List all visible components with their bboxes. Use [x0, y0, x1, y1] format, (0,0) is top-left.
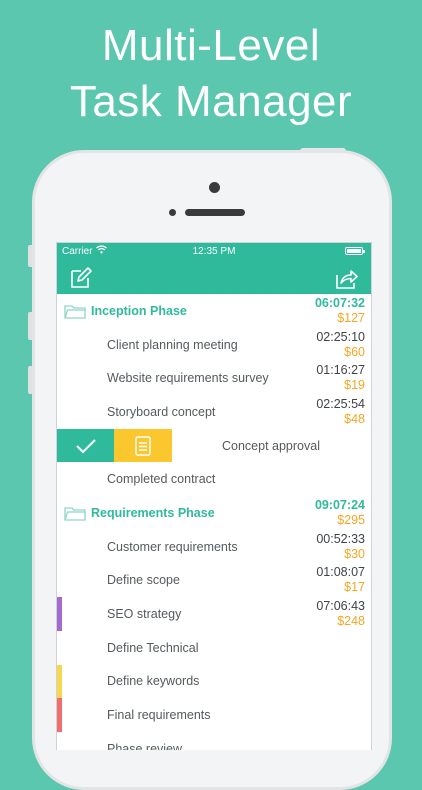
cost-value: $248	[337, 614, 365, 629]
nav-bar	[57, 261, 371, 294]
folder-icon	[64, 303, 86, 319]
task-label: Define scope	[107, 573, 180, 588]
task-row[interactable]: SEO strategy 07:06:43 $248	[57, 597, 371, 631]
task-label: Final requirements	[107, 708, 211, 723]
row-meta: 01:08:07 $17	[316, 565, 365, 595]
task-label: Define keywords	[107, 674, 200, 689]
app-screen: Carrier 12:35 PM Inception Phase 06:07:32…	[56, 242, 372, 750]
duration-value: 06:07:32	[314, 295, 365, 310]
compose-icon[interactable]	[69, 266, 93, 290]
headline-line-1: Multi-Level	[101, 21, 321, 70]
row-meta: 02:25:54 $48	[316, 397, 365, 427]
cost-value: $127	[337, 310, 365, 325]
phase-label: Inception Phase	[91, 303, 187, 318]
task-label: Concept approval	[222, 438, 320, 453]
task-row[interactable]: Completed contract	[57, 462, 371, 496]
battery-icon	[345, 247, 365, 255]
duration-value: 02:25:10	[316, 329, 365, 344]
duration-value: 01:16:27	[316, 363, 365, 378]
cost-value: $17	[344, 580, 365, 595]
task-label: SEO strategy	[107, 607, 182, 622]
task-label: Phase review	[107, 741, 183, 750]
proximity-sensor	[169, 209, 176, 216]
task-label: Client planning meeting	[107, 337, 238, 352]
color-tag	[57, 698, 62, 732]
task-label: Define Technical	[107, 640, 199, 655]
row-meta: 07:06:43 $248	[316, 599, 365, 629]
duration-value: 09:07:24	[314, 497, 365, 512]
status-time: 12:35 PM	[192, 246, 236, 257]
task-label: Website requirements survey	[107, 371, 269, 386]
cost-value: $60	[344, 344, 365, 359]
phase-row[interactable]: Requirements Phase 09:07:24 $295	[57, 496, 371, 530]
row-meta: 00:52:33 $30	[316, 532, 365, 562]
status-bar: Carrier 12:35 PM	[57, 243, 371, 261]
row-meta: 02:25:10 $60	[316, 330, 365, 360]
headline-line-2: Task Manager	[69, 77, 353, 126]
earpiece-speaker	[185, 209, 245, 216]
duration-value: 02:25:54	[316, 396, 365, 411]
task-row[interactable]: Final requirements	[57, 698, 371, 732]
cost-value: $48	[344, 411, 365, 426]
complete-action-button[interactable]	[57, 428, 114, 463]
task-label: Customer requirements	[107, 539, 238, 554]
task-row[interactable]: Define Technical	[57, 631, 371, 665]
row-meta: 09:07:24 $295	[315, 498, 365, 528]
folder-icon	[64, 505, 86, 521]
task-row[interactable]: Define keywords	[57, 664, 371, 699]
task-label: Storyboard concept	[107, 404, 216, 419]
task-row[interactable]: Concept approval	[57, 428, 371, 463]
cost-value: $30	[344, 546, 365, 561]
row-meta: 06:07:32 $127	[315, 296, 365, 326]
share-icon[interactable]	[335, 266, 359, 290]
task-row[interactable]: Define scope 01:08:07 $17	[57, 564, 371, 598]
duration-value: 07:06:43	[316, 599, 365, 614]
duration-value: 01:08:07	[316, 565, 365, 580]
task-label: Completed contract	[107, 472, 216, 487]
cost-value: $295	[337, 512, 365, 527]
phase-row[interactable]: Inception Phase 06:07:32 $127	[57, 294, 371, 328]
task-row[interactable]: Phase review	[57, 732, 371, 750]
color-tag	[57, 664, 62, 699]
color-tag	[57, 597, 62, 631]
phase-label: Requirements Phase	[91, 505, 215, 520]
task-list: Inception Phase 06:07:32 $127 Client planni…	[57, 294, 371, 750]
note-action-button[interactable]	[114, 428, 172, 463]
front-camera	[209, 182, 220, 193]
duration-value: 00:52:33	[316, 531, 365, 546]
task-row[interactable]: Website requirements survey 01:16:27 $19	[57, 361, 371, 395]
task-row[interactable]: Storyboard concept 02:25:54 $48	[57, 395, 371, 429]
cost-value: $19	[344, 378, 365, 393]
task-row[interactable]: Client planning meeting 02:25:10 $60	[57, 328, 371, 362]
row-meta: 01:16:27 $19	[316, 363, 365, 393]
task-row[interactable]: Customer requirements 00:52:33 $30	[57, 530, 371, 564]
